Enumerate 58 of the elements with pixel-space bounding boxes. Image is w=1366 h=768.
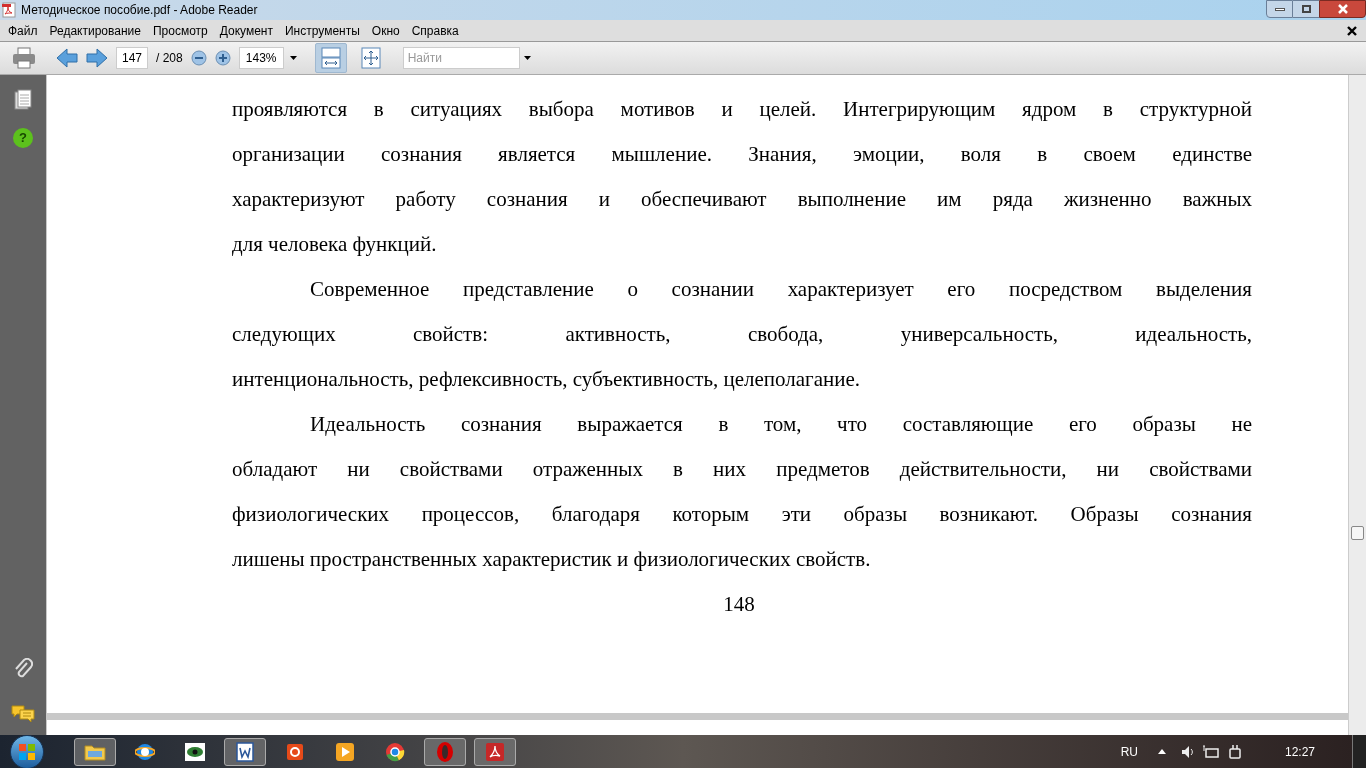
minimize-button[interactable] [1266,0,1293,18]
pages-icon[interactable] [14,89,32,111]
next-page-icon[interactable] [86,48,108,68]
clock[interactable]: 12:27 [1284,742,1315,761]
comments-icon[interactable] [11,705,35,723]
pdf-icon [485,741,505,762]
network-icon[interactable] [1202,744,1219,759]
opera-icon [436,740,454,763]
menu-item[interactable]: Справка [405,21,465,40]
previous-page-icon[interactable] [56,48,78,68]
taskbar-app-button[interactable] [474,737,516,766]
page-total: / 208 [156,50,183,67]
menu-item[interactable]: Просмотр [146,21,214,40]
paragraph: Современное представление о сознании характеризует его посредством выделения следующих свойств: активность, свобода, универсальность, идеальность, интенциональность, рефлексивность, субъективность, целеполагание. [232,276,1252,393]
menu-item[interactable]: Инструменты [279,21,366,40]
windows-logo-icon [18,742,36,761]
fit-width-button[interactable] [314,43,347,73]
close-button[interactable] [1319,0,1366,18]
slides-icon [285,741,305,762]
scrollbar[interactable] [1348,75,1366,735]
menu-item[interactable]: Окно [365,21,406,40]
page-number: 148 [722,591,756,618]
restore-button[interactable] [1293,0,1319,18]
taskbar-app-button[interactable] [424,737,466,766]
menu-item[interactable]: Документ [213,21,279,40]
menu-item[interactable]: Файл [2,21,44,40]
folder-icon [84,742,106,761]
paragraph: Идеальность сознания выражается в том, что составляющие его образы не обладают ни свойствами отраженных в них предметов действительности, ни свойствами физиологических процессов, благодаря которым эти образы возникают. Образы сознания лишены пространственных характеристик и физиологических свойств. [232,411,1252,573]
start-button[interactable] [10,734,44,768]
play-icon [335,741,355,762]
power-plug-icon[interactable] [1226,743,1243,760]
caret-icon[interactable] [523,56,531,60]
eye-icon [185,742,205,761]
pdf-file-icon [2,2,16,18]
paragraph: проявляются в ситуациях выбора мотивов и целей. Интегрирующим ядром в структурной организации сознания является мышление. Знания, эмоции, воля в своем единстве характеризуют работу сознания и обеспечивают выполнение им ряда жизненно важных для человека функций. [232,96,1252,258]
window-title: Методическое пособие.pdf - Adobe Reader [21,2,258,19]
print-icon[interactable] [12,47,36,69]
close-icon[interactable] [1347,25,1357,36]
document-w-icon [236,741,254,762]
zoom-in-icon[interactable] [214,50,231,66]
chrome-icon [385,741,405,762]
help-button[interactable]: ? [13,128,33,148]
language-indicator[interactable]: RU [1120,742,1138,761]
search-field[interactable]: Найти [402,47,520,69]
taskbar-app-button[interactable] [74,737,116,766]
fit-page-icon[interactable] [360,47,381,69]
speaker-icon[interactable] [1180,744,1195,759]
page-number-field[interactable]: 147 [116,47,148,69]
paperclip-icon[interactable] [13,658,33,680]
caret-icon [289,56,297,60]
menu-item[interactable]: Редактирование [43,21,147,40]
tray-arrow-icon[interactable] [1157,749,1166,754]
taskbar-app-button[interactable] [224,737,266,766]
globe-e-icon [135,741,155,762]
zoom-out-icon[interactable] [190,50,207,66]
scrollbar-thumb[interactable] [1351,526,1364,540]
close-icon [1336,4,1349,14]
show-desktop-button[interactable] [1352,735,1366,768]
